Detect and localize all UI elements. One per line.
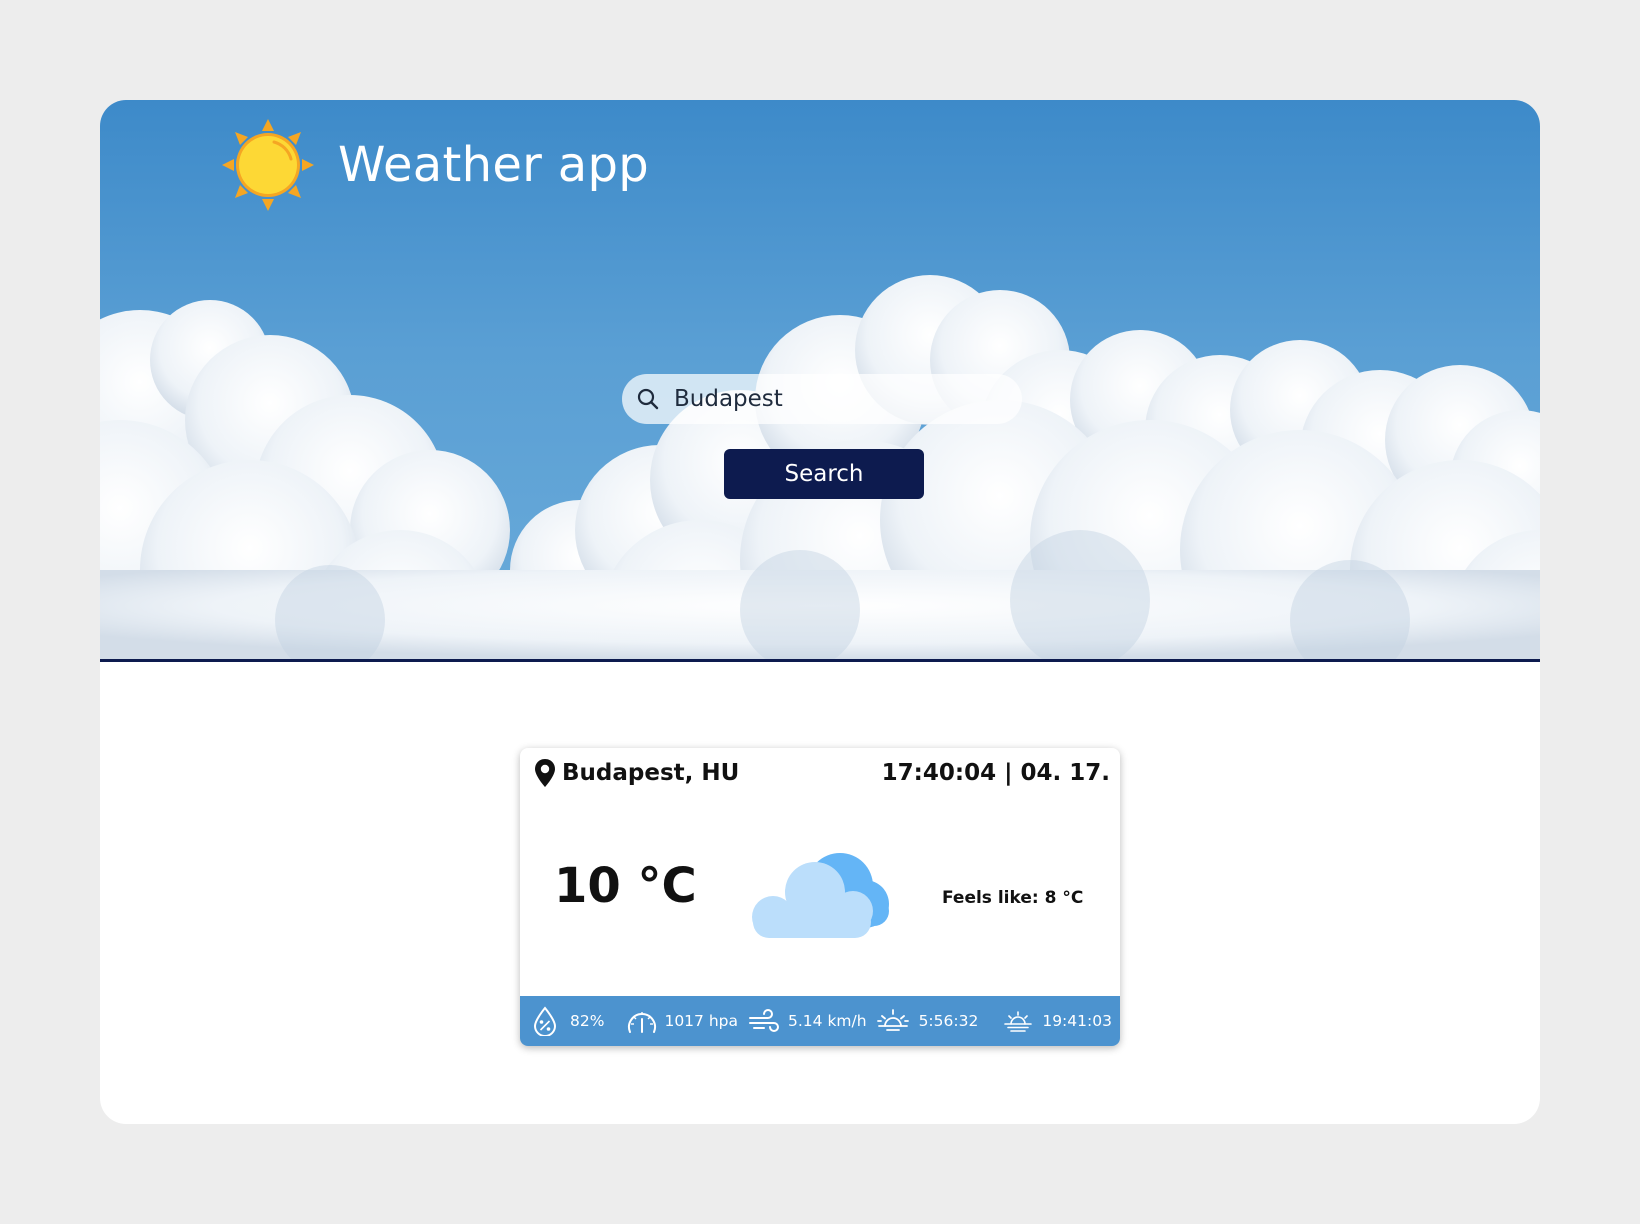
sunset-icon — [1004, 1011, 1033, 1032]
hero-banner: Weather app Search — [100, 100, 1540, 660]
location-label: Budapest, HU — [562, 760, 740, 786]
humidity-icon — [533, 1006, 557, 1036]
location-pin-icon — [535, 759, 555, 787]
humidity-value: 82% — [570, 1012, 605, 1030]
stat-sunrise: 5:56:32 — [876, 1008, 979, 1034]
pressure-gauge-icon — [628, 1012, 657, 1033]
weather-card: Budapest, HU 17:40:04 | 04. 17. 10 °C Fe… — [520, 748, 1120, 1046]
search-box[interactable] — [622, 374, 1022, 424]
stat-wind: 5.14 km/h — [748, 1009, 867, 1033]
app-brand: Weather app — [218, 110, 649, 220]
search-input[interactable] — [672, 385, 996, 413]
app-title: Weather app — [338, 137, 650, 193]
search-icon — [637, 388, 659, 410]
pressure-value: 1017 hpa — [664, 1012, 738, 1030]
stat-humidity: 82% — [532, 1006, 604, 1036]
wind-icon — [749, 1009, 779, 1032]
cloud-icon — [752, 853, 889, 938]
weather-stats-bar: 82% 1017 hpa 5.14 km/h 5:56:32 19:41:03 — [520, 996, 1120, 1046]
sunrise-icon — [876, 1009, 909, 1031]
wind-value: 5.14 km/h — [788, 1012, 867, 1030]
hero-divider — [100, 659, 1540, 662]
search-button[interactable]: Search — [724, 449, 924, 499]
feels-like: Feels like: 8 °C — [942, 888, 1084, 908]
sunset-value: 19:41:03 — [1042, 1012, 1112, 1030]
sunrise-value: 5:56:32 — [918, 1012, 979, 1030]
sun-icon — [222, 119, 314, 211]
stat-sunset: 19:41:03 — [1002, 1008, 1112, 1034]
location: Budapest, HU — [534, 758, 739, 788]
weather-app-window: Weather app Search Budapest, HU 17:40:04… — [100, 100, 1540, 1124]
datetime-label: 17:40:04 | 04. 17. — [881, 760, 1110, 786]
stat-pressure: 1017 hpa — [626, 1007, 738, 1035]
card-header: Budapest, HU 17:40:04 | 04. 17. — [534, 756, 1110, 790]
temperature: 10 °C — [554, 858, 697, 914]
